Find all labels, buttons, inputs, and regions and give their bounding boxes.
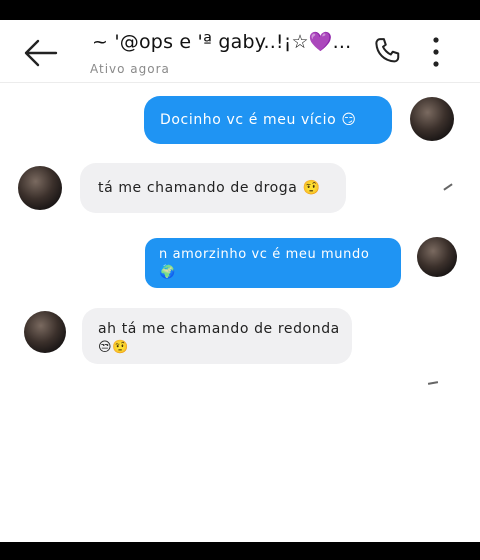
more-vertical-icon[interactable] — [430, 35, 442, 69]
own-avatar[interactable] — [417, 237, 457, 277]
message-text-line1: ah tá me chamando de redonda — [98, 321, 340, 337]
contact-name[interactable]: ~ '@ops e 'ª gaby..!¡☆💜... — [92, 30, 351, 53]
outgoing-message[interactable]: n amorzinho vc é meu mundo 🌍 — [145, 238, 401, 288]
incoming-message[interactable]: ah tá me chamando de redonda 😒🤨 — [82, 308, 352, 364]
active-status: Ativo agora — [90, 62, 170, 76]
message-text-line1: n amorzinho vc é meu mundo — [159, 247, 370, 262]
chat-screen: ~ '@ops e 'ª gaby..!¡☆💜... Ativo agora D… — [0, 20, 480, 542]
message-text: Docinho vc é meu vício 😏 — [160, 112, 357, 128]
message-text-line2: 🌍 — [159, 265, 176, 280]
chat-header: ~ '@ops e 'ª gaby..!¡☆💜... Ativo agora — [0, 20, 480, 83]
contact-avatar[interactable] — [18, 166, 62, 210]
arrow-left-icon[interactable] — [22, 38, 58, 68]
contact-avatar[interactable] — [24, 311, 66, 353]
outgoing-message[interactable]: Docinho vc é meu vício 😏 — [144, 96, 392, 144]
message-text: tá me chamando de droga 🤨 — [98, 180, 321, 196]
own-avatar[interactable] — [410, 97, 454, 141]
seen-marker — [443, 183, 453, 191]
incoming-message[interactable]: tá me chamando de droga 🤨 — [80, 163, 346, 213]
seen-marker — [427, 381, 439, 385]
phone-icon[interactable] — [372, 36, 402, 66]
message-text-line2: 😒🤨 — [98, 340, 129, 355]
